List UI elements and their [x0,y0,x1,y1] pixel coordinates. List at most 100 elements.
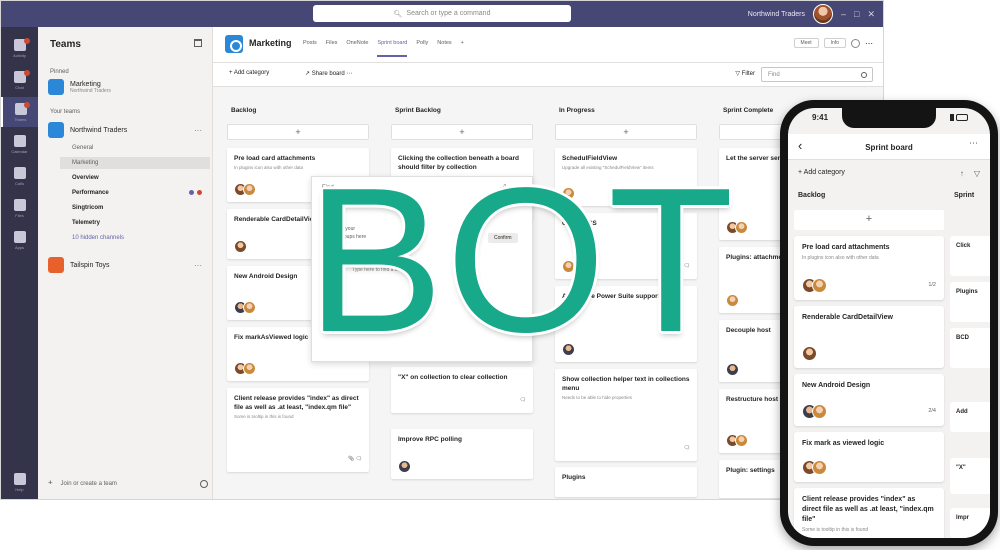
mobile-add-category-button[interactable]: + Add category [798,169,845,176]
add-card-button[interactable]: + [555,124,697,140]
mobile-peek-card[interactable]: "X" [950,458,990,494]
rail-label: Activity [13,52,26,58]
mobile-add-card-button[interactable]: + [794,210,944,230]
card-counts: 1/2 [928,282,936,288]
add-card-button[interactable]: + [391,124,533,140]
rail-item-chat[interactable]: Chat [1,65,38,95]
mobile-card[interactable]: Fix mark as viewed logic [794,432,944,482]
card-title: New Android Design [802,382,871,389]
join-team-footer[interactable]: ➕︎ Join or create a team [48,479,208,488]
phone-icon [13,166,26,179]
tab-files[interactable]: Files [326,40,338,57]
channel-header: Marketing Posts Files OneNote Sprint boa… [213,27,883,63]
rail-label: Help [15,486,24,492]
pinned-team-marketing[interactable]: Marketing Northwind Traders [48,79,208,95]
card-title: "X" [956,465,966,471]
rail-item-help[interactable]: Help [1,467,38,497]
rail-label: Files [15,212,24,218]
tab-notes[interactable]: Notes [437,40,451,57]
find-input[interactable]: Find [761,67,873,82]
info-button[interactable]: Info [823,38,846,48]
title-bar: 🔍︎ Search or type a command Northwind Tr… [1,1,883,27]
org-name: Northwind Traders [747,10,805,18]
channel-general[interactable]: General [60,142,210,154]
maximize-icon[interactable]: □ [854,9,859,19]
tab-posts[interactable]: Posts [303,40,317,57]
share-board-button[interactable]: ↗ Share board ⋯ [305,70,352,77]
more-icon[interactable]: ⋯ [194,126,202,135]
search-placeholder: Search or type a command [406,10,491,17]
search-input[interactable]: 🔍︎ Search or type a command [313,5,571,22]
share-board-label: Share board [311,71,345,77]
signal-icon [950,114,954,121]
channel-overview[interactable]: Overview [60,172,210,184]
filter-icon[interactable] [194,39,202,47]
rail-item-apps[interactable]: Apps [1,225,38,255]
hidden-channels-link[interactable]: 10 hidden channels [60,232,210,244]
minimize-icon[interactable]: – [841,9,846,19]
notification-dot [24,38,30,44]
channel-marketing[interactable]: Marketing [60,157,210,169]
rail-label: Apps [14,244,25,250]
channel-telemetry[interactable]: Telemetry [60,217,210,229]
board-card[interactable]: Plugins [555,467,697,497]
team-tailspin[interactable]: Tailspin Toys ⋯ [48,257,208,273]
rail-item-files[interactable]: Files [1,193,38,223]
rail-item-activity[interactable]: Activity [1,33,38,63]
rail-item-calendar[interactable]: Calendar [1,129,38,159]
teams-panel: Teams Pinned Marketing Northwind Traders… [38,27,213,499]
mobile-peek-card[interactable]: Plugins [950,282,990,322]
more-icon[interactable]: ⋯ [969,138,978,149]
add-category-button[interactable]: + Add category [229,70,269,76]
meet-button[interactable]: Meet [793,38,819,48]
card-title: Client release provides "index" as direc… [802,496,934,523]
mobile-column-title: Sprint [954,192,975,199]
rail-label: Teams [14,116,27,122]
mobile-peek-card[interactable]: BCD [950,328,990,368]
card-title: Fix mark as viewed logic [802,440,885,447]
team-northwind[interactable]: Northwind Traders ⋯ [48,122,208,138]
channel-name: Marketing [249,38,292,48]
tab-polly[interactable]: Polly [416,40,428,57]
board-card[interactable]: Show collection helper text in collectio… [555,369,697,461]
add-card-button[interactable]: + [227,124,369,140]
more-icon[interactable]: ⋯ [194,261,202,270]
board-card[interactable]: Improve RPC polling [391,429,533,479]
card-title: Improve RPC polling [398,436,462,443]
team-subtitle: Northwind Traders [70,87,111,94]
tab-sprint-board[interactable]: Sprint board [377,40,408,57]
card-title: Add [956,409,968,415]
join-team-icon: ➕︎ [48,480,53,486]
mobile-card[interactable]: Renderable CardDetailView [794,306,944,368]
mobile-add-category-label: Add category [803,169,845,176]
rail-label: Calls [15,180,24,186]
filter-icon[interactable]: ▽ [974,169,980,178]
board-card[interactable]: Client release provides "index" as direc… [227,388,369,472]
add-tab-button[interactable]: + [461,40,464,57]
gear-icon[interactable] [200,479,208,488]
filter-button[interactable]: ▽ Filter [735,70,755,77]
share-icon[interactable]: ↑ [960,169,964,178]
mobile-peek-card[interactable]: Impr [950,508,990,538]
rail-label: Calendar [11,148,28,154]
info-icon[interactable] [851,38,860,48]
more-icon[interactable]: ⋯ [865,39,873,48]
notification-dot [24,70,30,76]
avatar[interactable] [813,4,833,24]
mobile-card[interactable]: Pre load card attachments In plugins ico… [794,236,944,300]
mobile-peek-card[interactable]: Add [950,402,990,432]
channel-performance[interactable]: Performance [60,187,210,199]
your-teams-label: Your teams [50,109,81,115]
mobile-peek-card[interactable]: Click [950,236,990,276]
tab-onenote[interactable]: OneNote [346,40,368,57]
rail-item-calls[interactable]: Calls [1,161,38,191]
rail-item-teams[interactable]: Teams [1,97,38,127]
mobile-card[interactable]: Client release provides "index" as direc… [794,488,944,538]
close-icon[interactable]: ✕ [867,9,875,20]
channel-label: Performance [72,190,109,196]
channel-singtricom[interactable]: Singtricom [60,202,210,214]
mobile-title: Sprint board [865,143,913,152]
column-title: Sprint Complete [723,107,774,114]
join-team-label: Join or create a team [60,480,117,487]
mobile-card[interactable]: New Android Design 2/4 [794,374,944,426]
